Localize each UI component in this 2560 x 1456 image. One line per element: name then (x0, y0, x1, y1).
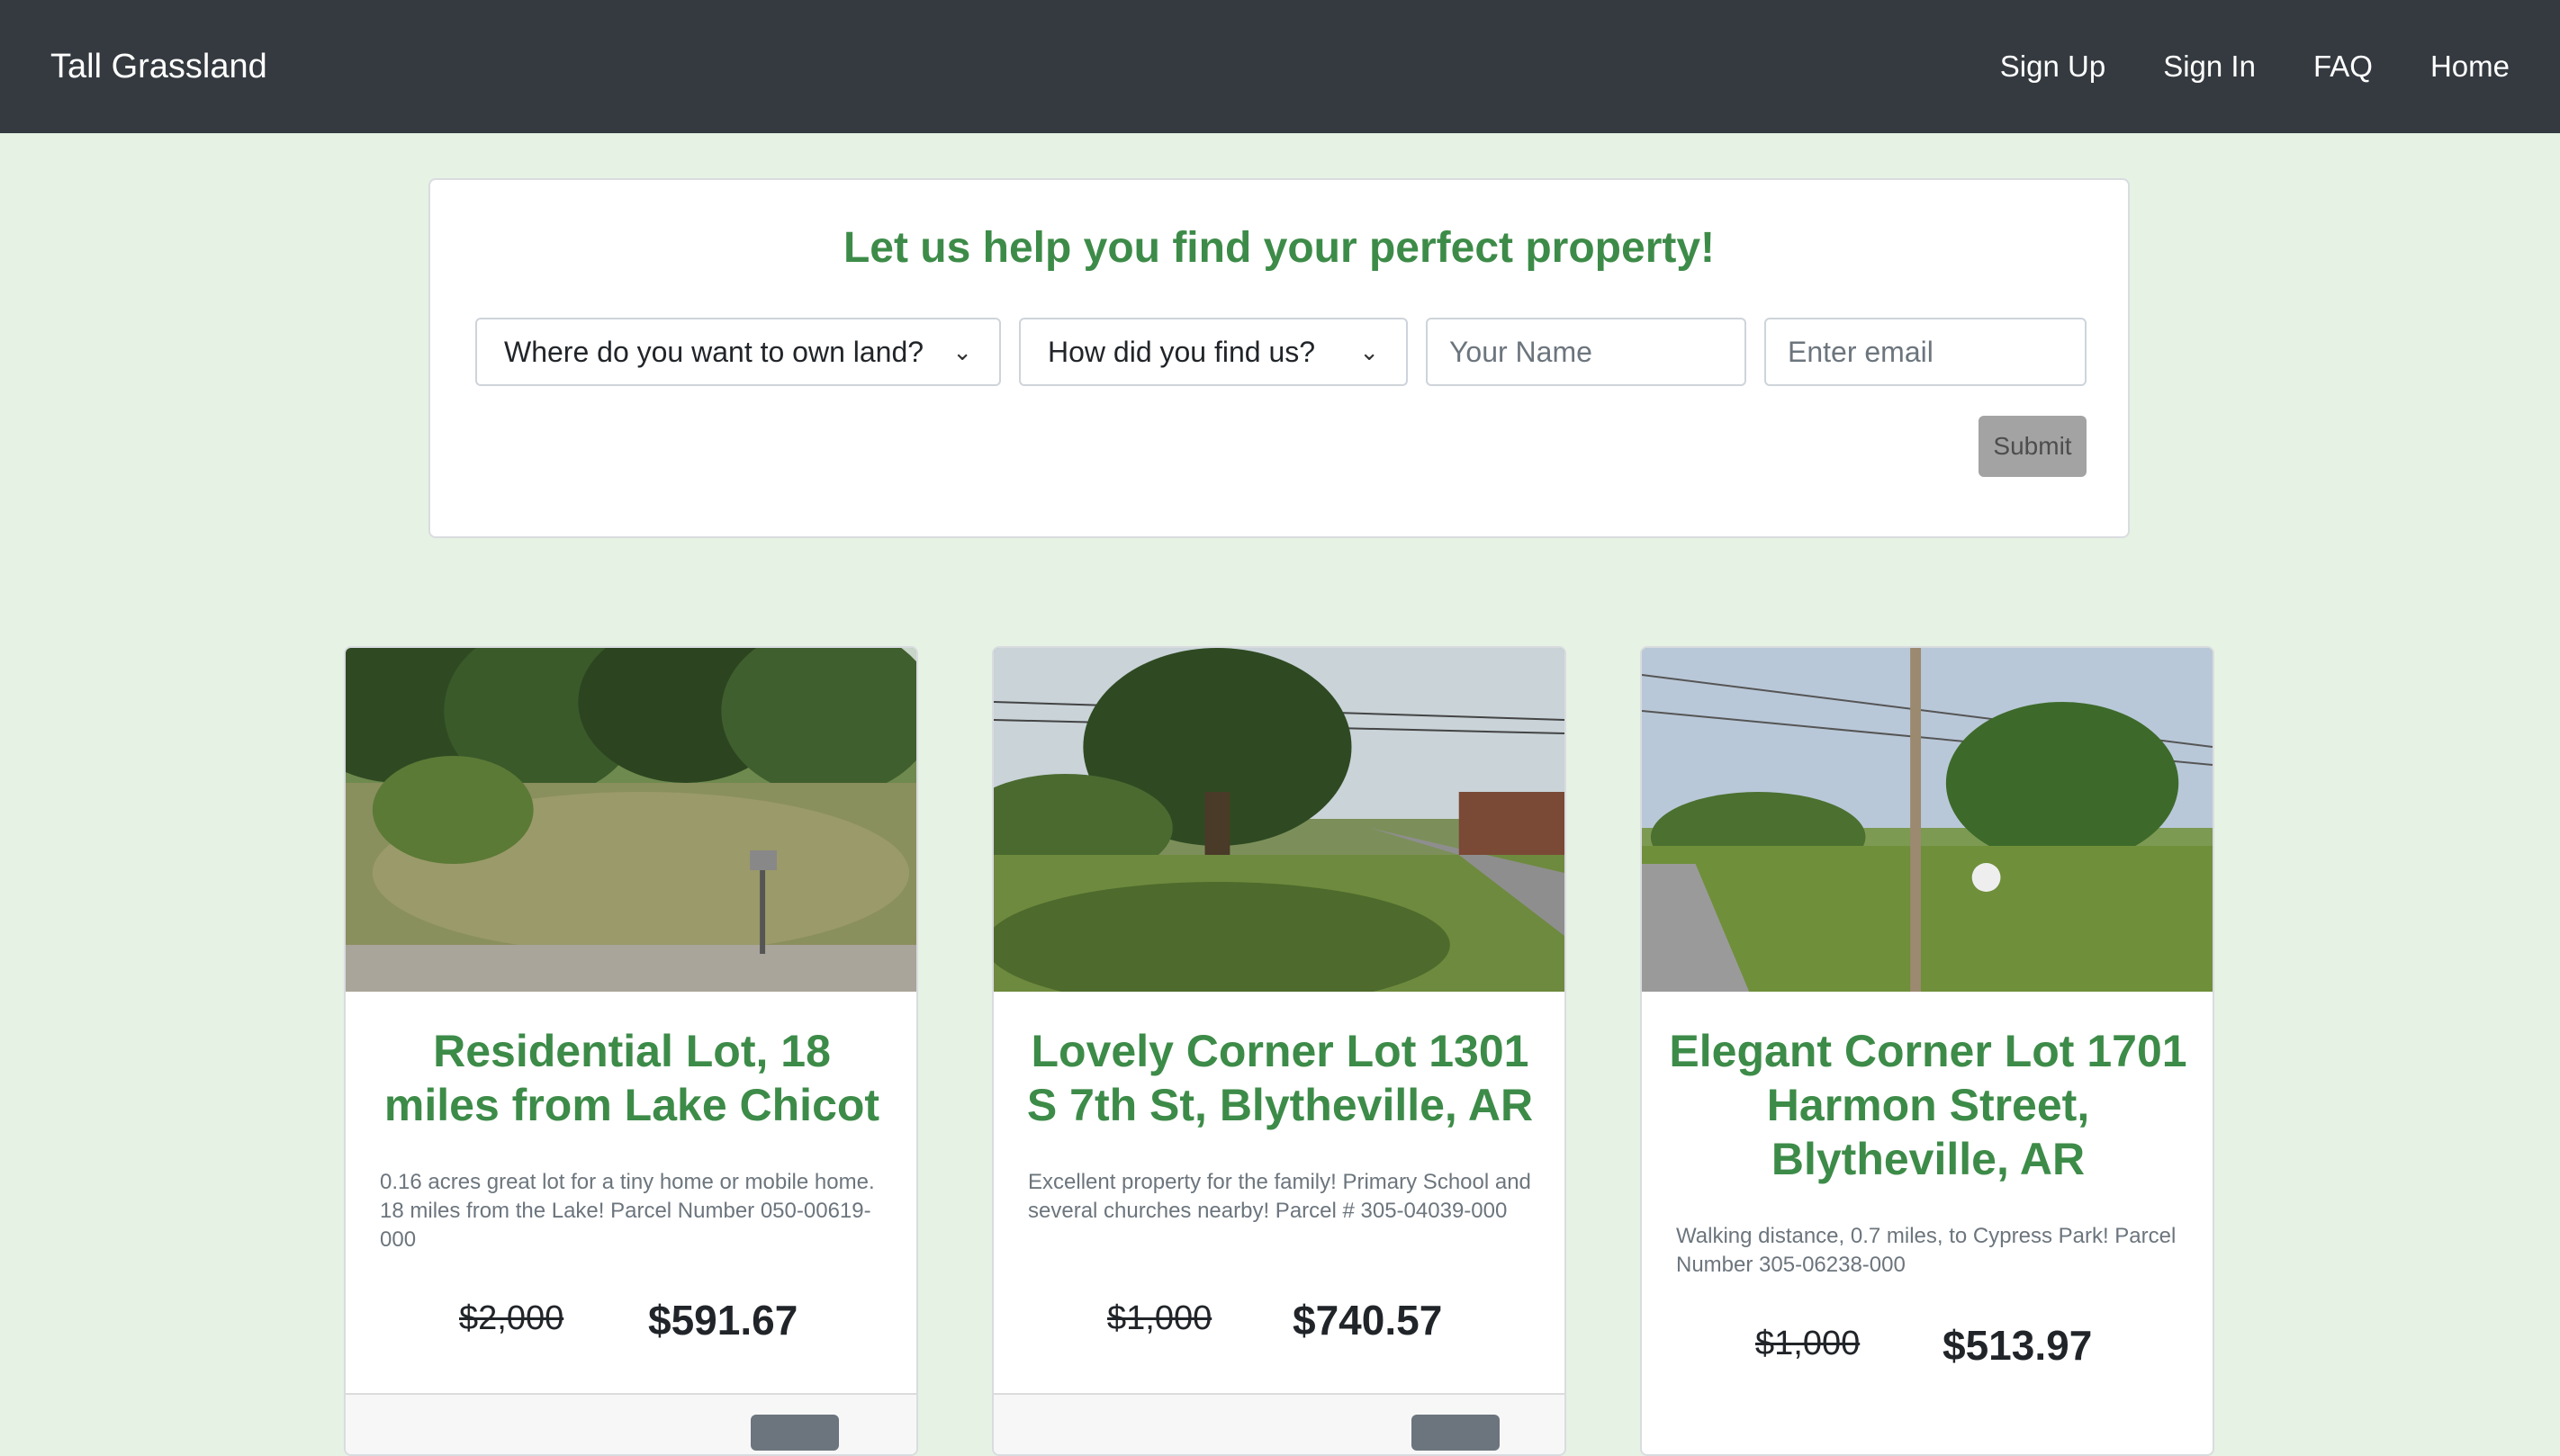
nav-faq-link[interactable]: FAQ (2313, 49, 2373, 84)
form-heading: Let us help you find your perfect proper… (843, 224, 1716, 272)
nav-links: Sign Up Sign In FAQ Home (2000, 49, 2510, 84)
lead-form-card: Let us help you find your perfect proper… (428, 178, 2130, 538)
lot-photo-image (1642, 648, 2213, 992)
card-footer (346, 1393, 916, 1454)
brand-logo-link[interactable]: Tall Grassland (50, 48, 267, 86)
email-input[interactable]: Enter email (1764, 318, 2087, 386)
card-footer (994, 1393, 1564, 1454)
name-input-placeholder: Your Name (1449, 335, 1592, 368)
nav-home-link[interactable]: Home (2430, 49, 2510, 84)
sale-price: $591.67 (648, 1297, 798, 1344)
original-price: $1,000 (1107, 1299, 1212, 1337)
listing-card[interactable]: Lovely Corner Lot 1301 S 7th St, Blythev… (992, 646, 1566, 1456)
lot-photo-image (994, 648, 1564, 992)
location-select-value: Where do you want to own land? (504, 335, 924, 368)
original-price: $2,000 (459, 1299, 564, 1337)
listing-photo[interactable] (994, 648, 1564, 992)
location-select[interactable]: Where do you want to own land? ⌄ (475, 318, 1001, 386)
listing-description: 0.16 acres great lot for a tiny home or … (380, 1170, 875, 1252)
card-action-button[interactable] (1411, 1415, 1500, 1451)
lot-photo-image (346, 648, 916, 992)
email-input-placeholder: Enter email (1788, 335, 1934, 368)
listing-photo[interactable] (1642, 648, 2213, 992)
submit-button[interactable]: Submit (1979, 416, 2087, 477)
original-price: $1,000 (1755, 1325, 1861, 1362)
nav-sign-in-link[interactable]: Sign In (2163, 49, 2256, 84)
chevron-down-icon: ⌄ (1359, 337, 1379, 365)
listing-description: Excellent property for the family! Prima… (1028, 1170, 1531, 1223)
sale-price: $513.97 (1943, 1322, 2093, 1369)
top-navbar: Tall Grassland Sign Up Sign In FAQ Home (0, 0, 2560, 133)
listing-title[interactable]: Lovely Corner Lot 1301 S 7th St, Blythev… (1021, 1024, 1539, 1132)
card-action-button[interactable] (751, 1415, 839, 1451)
sale-price: $740.57 (1293, 1297, 1443, 1344)
listing-title[interactable]: Elegant Corner Lot 1701 Harmon Street, B… (1669, 1024, 2187, 1186)
listing-title[interactable]: Residential Lot, 18 miles from Lake Chic… (373, 1024, 891, 1132)
name-input[interactable]: Your Name (1426, 318, 1746, 386)
source-select[interactable]: How did you find us? ⌄ (1019, 318, 1408, 386)
chevron-down-icon: ⌄ (952, 337, 972, 365)
listing-card[interactable]: Elegant Corner Lot 1701 Harmon Street, B… (1640, 646, 2214, 1456)
listing-description: Walking distance, 0.7 miles, to Cypress … (1676, 1224, 2177, 1277)
nav-sign-up-link[interactable]: Sign Up (2000, 49, 2105, 84)
listing-photo[interactable] (346, 648, 916, 992)
listing-card[interactable]: Residential Lot, 18 miles from Lake Chic… (344, 646, 918, 1456)
source-select-value: How did you find us? (1048, 335, 1316, 368)
